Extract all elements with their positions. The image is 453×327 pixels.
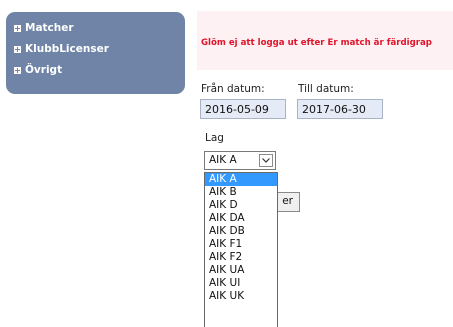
dropdown-option[interactable]: AIK A [205,173,277,186]
expand-icon[interactable] [14,66,21,74]
dropdown-option[interactable]: AIK UK [205,290,277,303]
team-select-value: AIK A [209,154,237,166]
expand-icon[interactable] [14,45,21,53]
dropdown-option[interactable]: AIK DB [205,225,277,238]
team-select[interactable]: AIK A [204,151,276,170]
nav-panel: Matcher KlubbLicenser Övrigt [6,12,185,94]
dropdown-option[interactable]: AIK D [205,199,277,212]
nav-item-label: Övrigt [25,64,63,76]
search-button-label: er [282,195,293,207]
nav-item-label: KlubbLicenser [25,43,109,55]
dropdown-option[interactable]: AIK F2 [205,251,277,264]
nav-item-matcher[interactable]: Matcher [14,20,74,36]
expand-icon[interactable] [14,24,21,32]
from-date-field[interactable]: 2016-05-09 [200,99,286,119]
team-dropdown-list[interactable]: AIK A AIK B AIK D AIK DA AIK DB AIK F1 AIK F2 A… [204,172,278,327]
nav-item-label: Matcher [25,22,74,34]
nav-item-klubblicenser[interactable]: KlubbLicenser [14,41,109,57]
dropdown-option[interactable]: AIK F1 [205,238,277,251]
to-date-label: Till datum: [298,83,354,95]
dropdown-option[interactable]: AIK B [205,186,277,199]
chevron-down-icon[interactable] [259,154,273,167]
warning-text: Glöm ej att logga ut efter Er match är f… [201,38,432,48]
nav-item-ovrigt[interactable]: Övrigt [14,62,62,78]
dropdown-option[interactable]: AIK UA [205,264,277,277]
from-date-label: Från datum: [201,83,265,95]
dropdown-option[interactable]: AIK DA [205,212,277,225]
to-date-field[interactable]: 2017-06-30 [297,99,383,119]
team-label: Lag [205,132,224,144]
warning-banner: Glöm ej att logga ut efter Er match är f… [197,11,453,70]
dropdown-option[interactable]: AIK UI [205,277,277,290]
